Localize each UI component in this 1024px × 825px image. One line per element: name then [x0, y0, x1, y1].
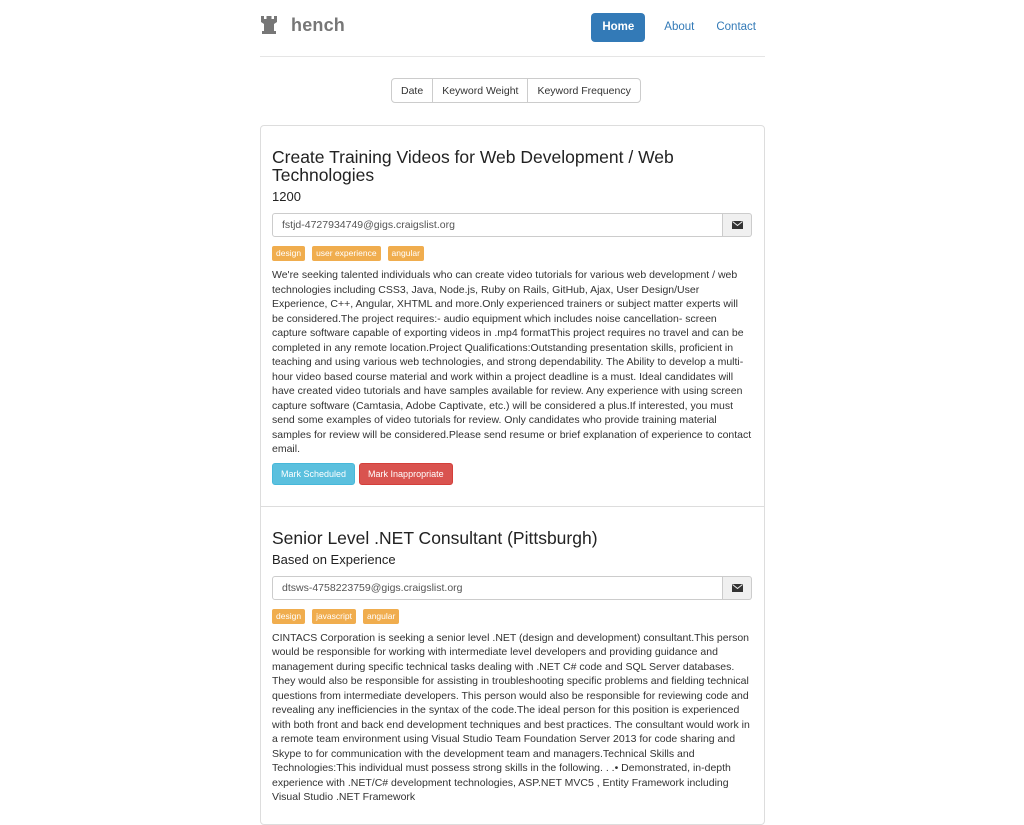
email-button[interactable]: [723, 576, 752, 600]
main-nav: Home About Contact: [591, 13, 765, 42]
sort-button-group: Date Keyword Weight Keyword Frequency: [391, 78, 641, 103]
job-pay: 1200: [272, 189, 752, 205]
email-field[interactable]: [272, 213, 723, 237]
tag-list: design user experience angular: [272, 246, 752, 261]
brand-name: hench: [291, 15, 345, 36]
envelope-icon: [732, 584, 743, 592]
page-container: hench Home About Contact Date Keyword We…: [260, 0, 765, 57]
tag-badge: design: [272, 609, 305, 624]
email-group: [272, 213, 752, 237]
sort-keyword-frequency-button[interactable]: Keyword Frequency: [527, 78, 640, 103]
job-description: CINTACS Corporation is seeking a senior …: [272, 631, 752, 805]
job-title: Create Training Videos for Web Developme…: [272, 148, 752, 184]
envelope-icon: [732, 221, 743, 229]
tag-badge: angular: [388, 246, 424, 261]
site-header: hench Home About Contact: [260, 0, 765, 57]
sort-keyword-weight-button[interactable]: Keyword Weight: [432, 78, 528, 103]
tag-badge: design: [272, 246, 305, 261]
nav-home[interactable]: Home: [591, 13, 645, 42]
tag-badge: angular: [363, 609, 399, 624]
email-field[interactable]: [272, 576, 723, 600]
email-group: [272, 576, 752, 600]
mark-inappropriate-button[interactable]: Mark Inappropriate: [359, 463, 453, 485]
brand[interactable]: hench: [260, 14, 345, 36]
email-button[interactable]: [723, 213, 752, 237]
job-description: We're seeking talented individuals who c…: [272, 268, 752, 457]
tag-list: design javascript angular: [272, 609, 752, 624]
tag-badge: user experience: [312, 246, 380, 261]
job-item: Senior Level .NET Consultant (Pittsburgh…: [261, 507, 764, 825]
job-actions: Mark Scheduled Mark Inappropriate: [272, 463, 752, 485]
job-list: Create Training Videos for Web Developme…: [260, 125, 765, 825]
rook-icon: [260, 14, 278, 36]
job-pay: Based on Experience: [272, 552, 752, 568]
job-title: Senior Level .NET Consultant (Pittsburgh…: [272, 529, 752, 547]
sort-date-button[interactable]: Date: [391, 78, 433, 103]
nav-about[interactable]: About: [655, 13, 703, 42]
mark-scheduled-button[interactable]: Mark Scheduled: [272, 463, 355, 485]
tag-badge: javascript: [312, 609, 356, 624]
nav-contact[interactable]: Contact: [707, 13, 765, 42]
job-item: Create Training Videos for Web Developme…: [261, 126, 764, 507]
